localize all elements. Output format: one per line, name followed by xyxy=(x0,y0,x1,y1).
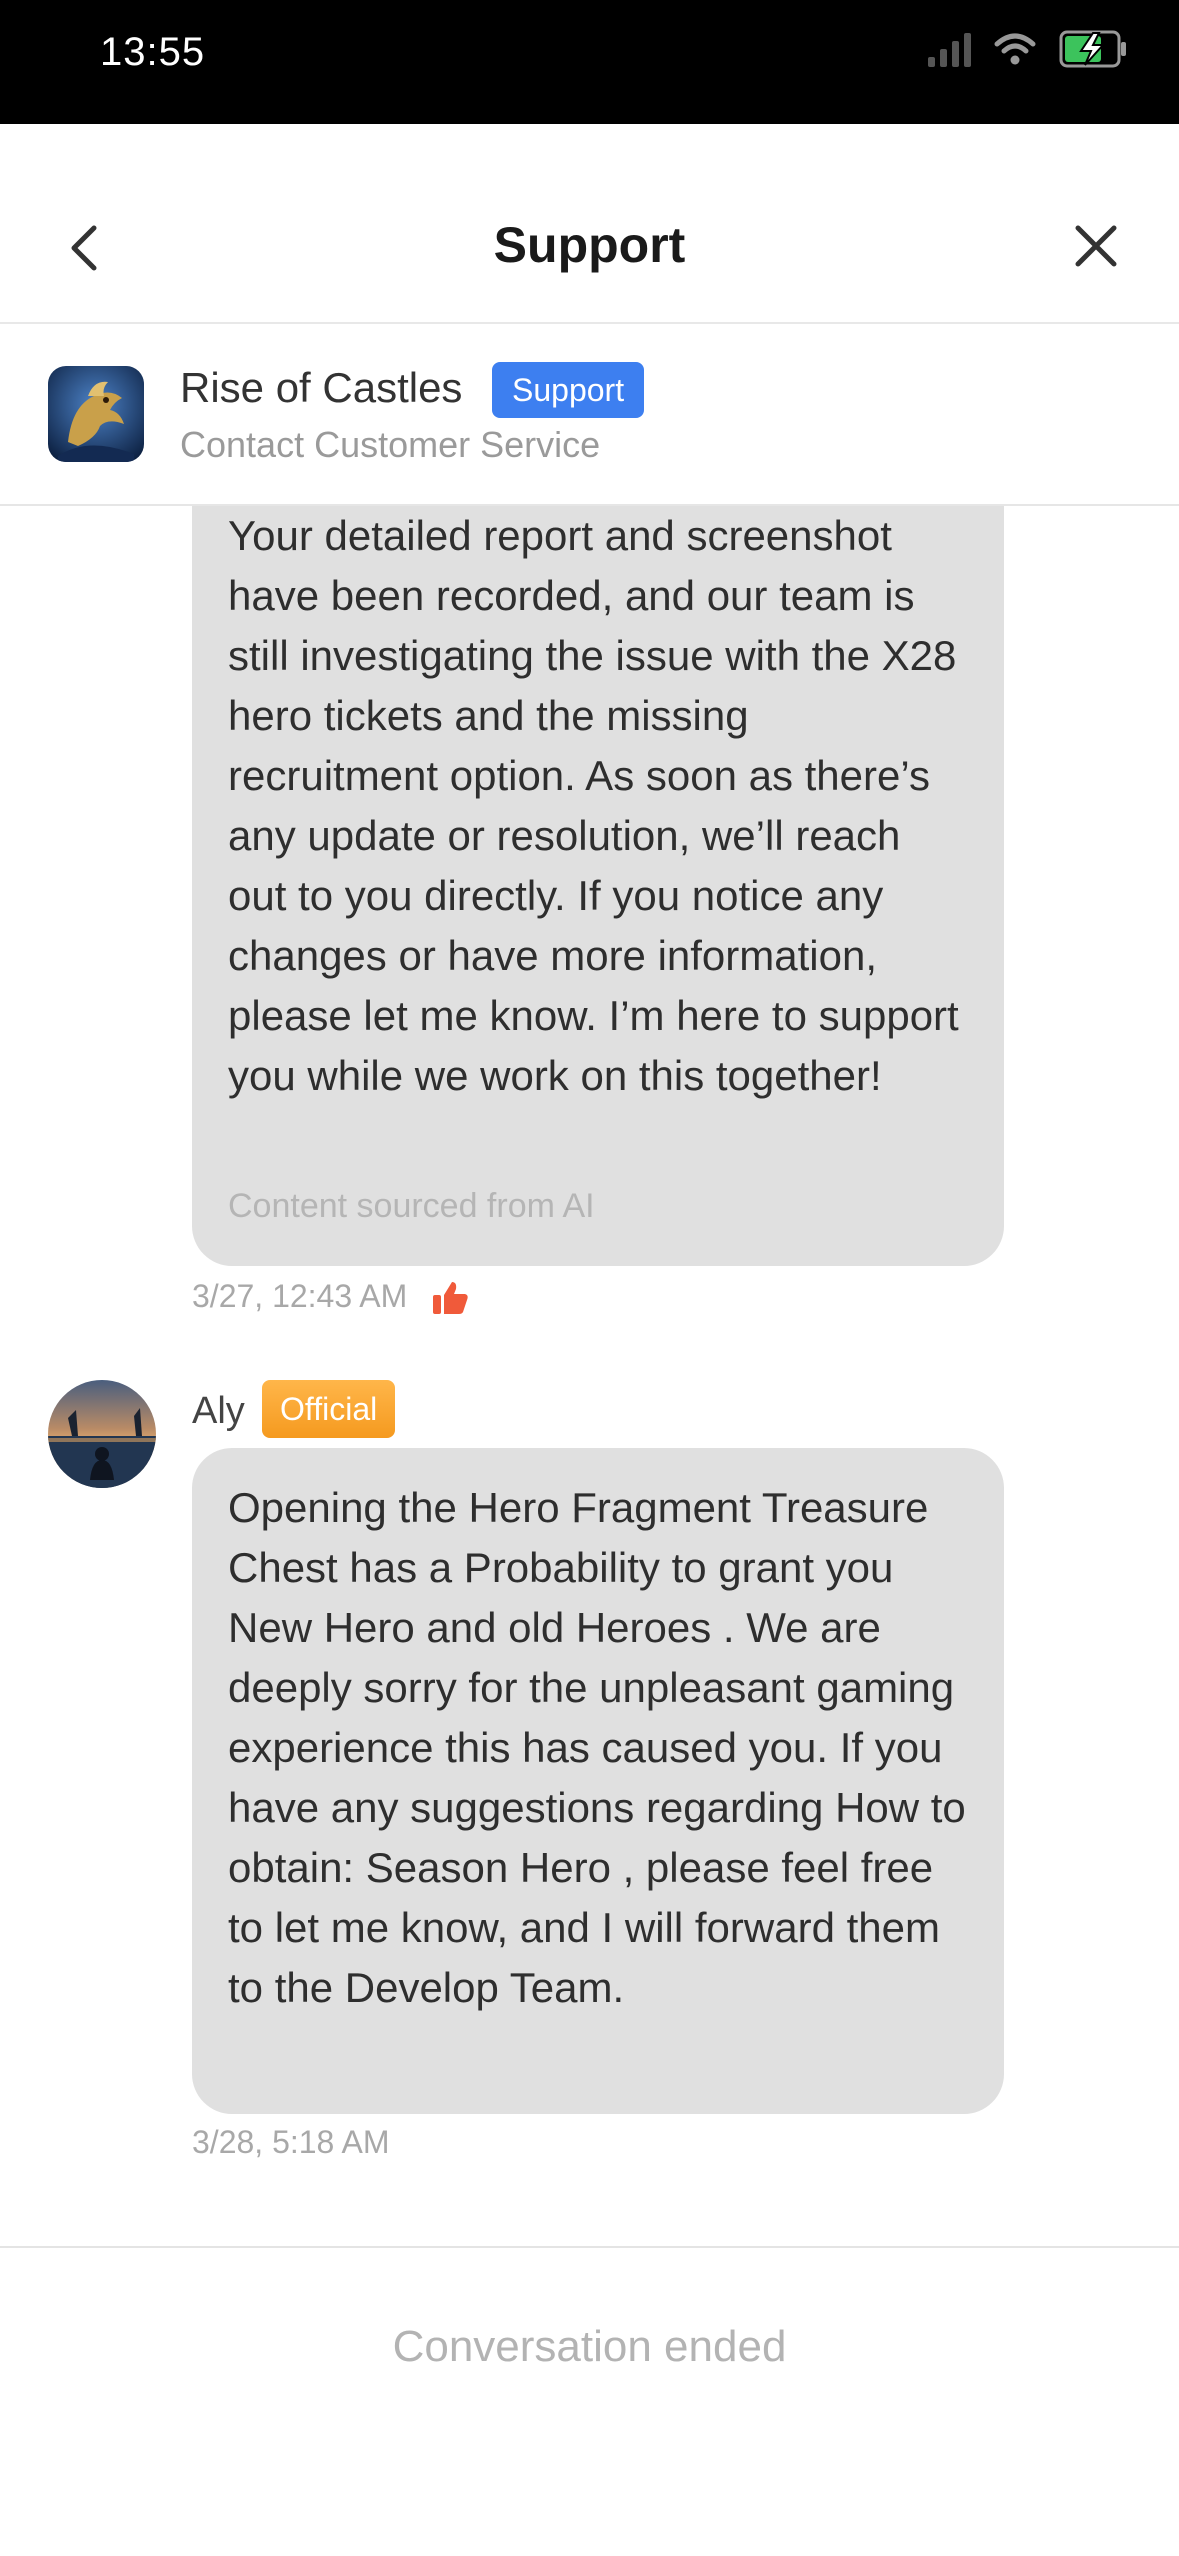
agent-avatar xyxy=(48,1380,156,1488)
status-icons xyxy=(928,24,1129,74)
support-badge: Support xyxy=(492,362,645,418)
thumbs-up-icon[interactable] xyxy=(430,1278,470,1318)
message-timestamp: 3/27, 12:43 AM xyxy=(192,1278,408,1314)
contact-subtitle[interactable]: Contact Customer Service xyxy=(180,424,600,466)
page-title: Support xyxy=(493,217,686,273)
message-bubble: Your detailed report and screenshot have… xyxy=(192,506,1004,1266)
footer-divider xyxy=(0,2246,1179,2248)
game-logo-icon xyxy=(48,366,144,462)
message-text: Your detailed report and screenshot have… xyxy=(228,512,959,1099)
wifi-icon xyxy=(994,33,1036,65)
ai-source-note: Content sourced from AI xyxy=(228,1187,595,1225)
game-name: Rise of Castles xyxy=(180,364,463,411)
game-info-row: Rise of Castles Support Contact Customer… xyxy=(0,324,1179,506)
close-icon[interactable] xyxy=(1066,216,1126,276)
status-bar: 13:55 xyxy=(0,0,1179,124)
message-text: Opening the Hero Fragment Treasure Chest… xyxy=(228,1484,966,2011)
message-timestamp: 3/28, 5:18 AM xyxy=(192,2124,390,2160)
message-bubble: Opening the Hero Fragment Treasure Chest… xyxy=(192,1448,1004,2114)
conversation-status: Conversation ended xyxy=(392,2322,787,2371)
official-badge: Official xyxy=(262,1380,396,1438)
chat-thread[interactable]: Your detailed report and screenshot have… xyxy=(0,506,1179,2246)
status-time: 13:55 xyxy=(100,30,206,74)
signal-icon xyxy=(928,31,971,67)
sender-name: Aly xyxy=(192,1390,245,1432)
battery-charging-icon xyxy=(1059,30,1126,68)
